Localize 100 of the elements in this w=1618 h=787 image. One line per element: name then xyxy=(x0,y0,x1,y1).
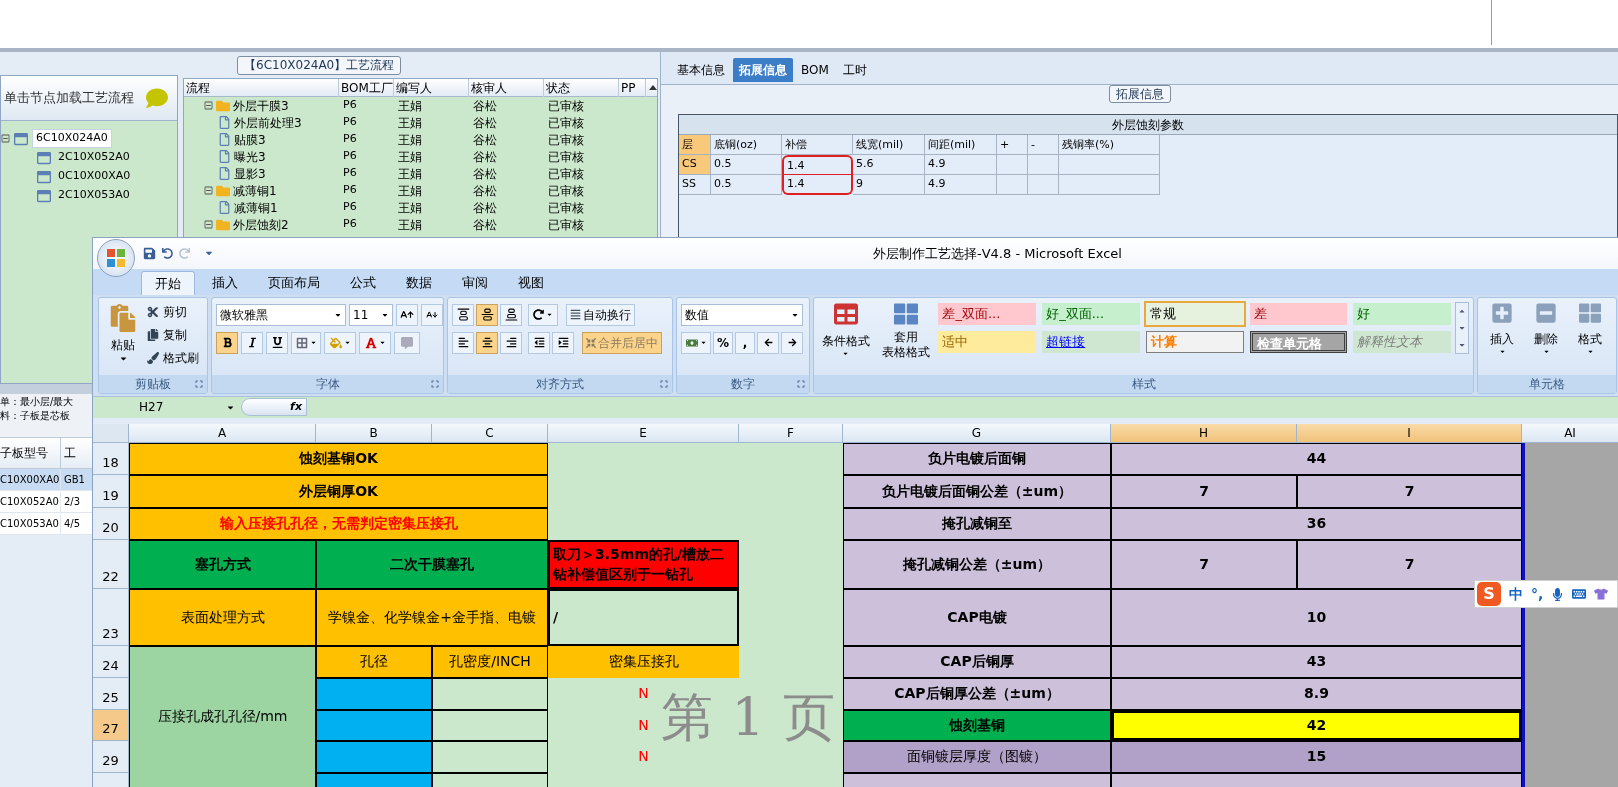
step-name[interactable]: 外层蚀刻2 xyxy=(233,215,289,234)
cell-style-button[interactable]: 差_双面... xyxy=(938,302,1037,325)
table-cell xyxy=(997,175,1028,195)
row-header[interactable]: 24 xyxy=(93,645,129,678)
increase-decimal-button[interactable] xyxy=(757,331,779,354)
column-header[interactable]: 流程 xyxy=(184,78,339,97)
number-style-button[interactable]: % xyxy=(713,331,733,354)
step-name[interactable]: 曝光3 xyxy=(234,147,266,166)
row-header[interactable]: 22 xyxy=(93,539,129,589)
row-header[interactable]: 25 xyxy=(93,677,129,710)
grow-font-button[interactable] xyxy=(396,303,418,326)
borders-button[interactable] xyxy=(291,331,321,354)
tab[interactable]: 工时 xyxy=(836,58,873,82)
step-name[interactable]: 减薄铜1 xyxy=(233,181,277,200)
column-header[interactable]: 工 xyxy=(61,438,92,468)
ribbon-tab[interactable]: 插入 xyxy=(199,270,251,295)
bold-button[interactable] xyxy=(216,331,238,354)
row-header[interactable]: 18 xyxy=(93,442,129,475)
row-header[interactable]: 29 xyxy=(93,740,129,773)
ribbon-tab[interactable]: 公式 xyxy=(337,270,389,295)
column-header[interactable]: 核审人 xyxy=(469,78,544,97)
column-header[interactable]: PP xyxy=(619,78,646,97)
indent-button[interactable] xyxy=(552,331,574,354)
outdent-button[interactable] xyxy=(528,331,550,354)
align-middle-button[interactable] xyxy=(476,303,498,326)
wrap-text-button[interactable]: 自动换行 xyxy=(566,303,635,326)
italic-button[interactable] xyxy=(241,331,263,354)
sheet-cell: 二次干膜塞孔 xyxy=(316,539,548,589)
underline-button[interactable] xyxy=(266,331,288,354)
tree-node[interactable]: 0C10X00XA0 xyxy=(55,168,134,185)
tree-node[interactable]: 2C10X052A0 xyxy=(55,149,133,166)
toolbar-button[interactable]: 格式刷 xyxy=(147,347,199,369)
cell-style-button[interactable]: 差 xyxy=(1249,302,1348,325)
cells-button[interactable]: 插入 xyxy=(1482,301,1522,375)
column-header[interactable]: BOM工厂 xyxy=(339,78,394,97)
table-cell-text: 谷松 xyxy=(472,114,498,132)
ribbon-tab[interactable]: 视图 xyxy=(505,270,557,295)
shrink-font-button[interactable] xyxy=(421,303,443,326)
ribbon-tab[interactable]: 数据 xyxy=(393,270,445,295)
ribbon-tab[interactable]: 开始 xyxy=(141,270,195,295)
cell-style-button[interactable]: 好_双面... xyxy=(1042,302,1140,325)
column-header[interactable]: 状态 xyxy=(544,78,619,97)
decrease-decimal-button[interactable] xyxy=(781,331,803,354)
table-cell-text: 王娟 xyxy=(397,114,423,132)
font-color-button[interactable] xyxy=(359,331,391,354)
font-size-dropdown[interactable]: 11 xyxy=(349,303,393,326)
align-top-button[interactable] xyxy=(452,303,474,326)
step-name[interactable]: 贴膜3 xyxy=(234,130,266,149)
ribbon-tab[interactable]: 页面布局 xyxy=(255,270,333,295)
number-format-dropdown[interactable]: 数值 xyxy=(681,303,803,326)
step-name[interactable]: 减薄铜1 xyxy=(234,198,278,217)
tab[interactable]: 拓展信息 xyxy=(733,58,793,82)
table-cell-text: 王娟 xyxy=(397,199,423,217)
info-line: 单：最小层/最大 xyxy=(0,395,74,409)
row-header[interactable]: 27 xyxy=(93,709,129,741)
cell-style-button[interactable]: 适中 xyxy=(938,330,1037,353)
cells-button[interactable]: 删除 xyxy=(1526,301,1566,375)
list-row[interactable]: C10X053A0 4/5 xyxy=(0,513,92,535)
toolbar-button[interactable]: 复制 xyxy=(147,324,199,346)
align-left-button[interactable] xyxy=(452,331,474,354)
list-row[interactable]: C10X052A0 2/3 xyxy=(0,491,92,513)
step-name[interactable]: 外层干膜3 xyxy=(233,96,289,115)
cells-button[interactable]: 格式 xyxy=(1570,301,1610,375)
step-name[interactable]: 显影3 xyxy=(234,164,266,183)
shrink-font-icon xyxy=(426,308,438,321)
table-format-button[interactable]: 套用 表格格式 xyxy=(877,301,935,375)
column-header[interactable]: 子板型号 xyxy=(0,438,61,468)
row-header[interactable]: 23 xyxy=(93,588,129,646)
clipboard-icon xyxy=(109,303,137,332)
redo-icon xyxy=(179,247,190,259)
tree-node[interactable]: 2C10X053A0 xyxy=(55,187,133,204)
fill-color-button[interactable] xyxy=(324,331,356,354)
cell-style-button[interactable]: 常规 xyxy=(1145,302,1244,325)
currency-button[interactable] xyxy=(681,331,711,354)
align-right-button[interactable] xyxy=(500,331,522,354)
align-bottom-button[interactable] xyxy=(500,303,522,326)
tree-node[interactable]: 6C10X024A0 xyxy=(32,129,112,148)
font-family-dropdown[interactable]: 微软雅黑 xyxy=(216,303,346,326)
cell-style-button[interactable]: 超链接 xyxy=(1042,330,1140,353)
orientation-button[interactable] xyxy=(528,303,558,326)
cell-style-button[interactable]: 好 xyxy=(1353,302,1452,325)
align-center-button[interactable] xyxy=(476,331,498,354)
gallery-scrollbar[interactable] xyxy=(1455,301,1469,354)
toolbar-button[interactable]: 剪切 xyxy=(147,301,199,323)
step-name[interactable]: 外层前处理3 xyxy=(234,113,302,132)
tab[interactable]: 基本信息 xyxy=(671,58,731,82)
sheet-cell: 掩孔减铜至 xyxy=(843,507,1111,540)
paste-button[interactable]: 粘贴 xyxy=(103,301,143,375)
ribbon-tab[interactable]: 审阅 xyxy=(449,270,501,295)
ime-mode-button[interactable]: °, xyxy=(1531,583,1544,605)
font-color-icon xyxy=(364,336,377,349)
tab[interactable]: BOM xyxy=(795,58,835,82)
sheet-cell: 密集压接孔 xyxy=(548,645,739,678)
list-row[interactable]: C10X00XA0 GB1 xyxy=(0,469,92,491)
number-style-button[interactable]: , xyxy=(735,331,755,354)
conditional-format-button[interactable]: 条件格式 xyxy=(818,301,874,375)
row-header[interactable]: 20 xyxy=(93,507,129,540)
row-header[interactable]: 19 xyxy=(93,474,129,508)
column-header[interactable]: 编写人 xyxy=(394,78,469,97)
table-cell-text: 王娟 xyxy=(397,182,423,200)
